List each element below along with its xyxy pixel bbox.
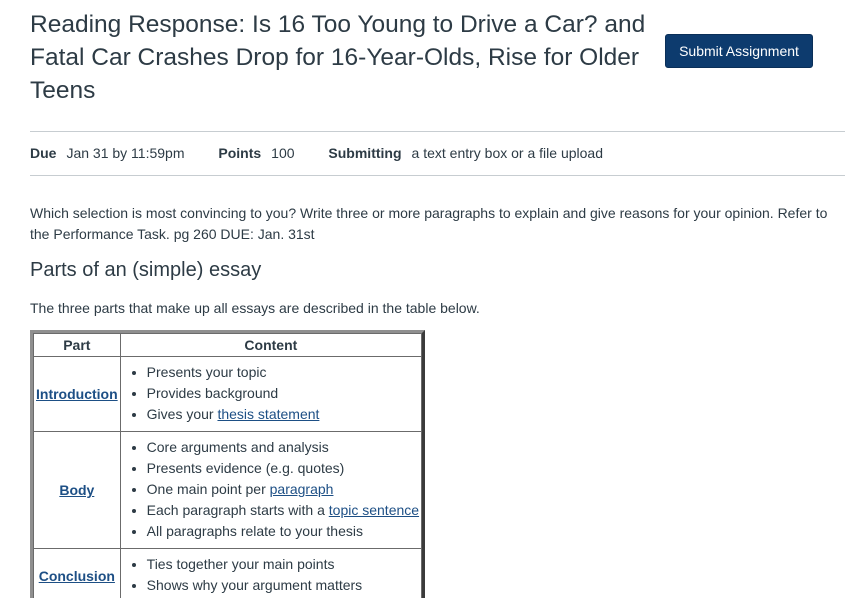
- details-divider-top: [30, 131, 845, 132]
- due-label: Due: [30, 145, 57, 161]
- table-header-row: Part Content: [33, 333, 423, 357]
- due-value: Jan 31 by 11:59pm: [66, 145, 185, 161]
- list-item-text: All paragraphs relate to your thesis: [146, 523, 363, 539]
- list-item: Each paragraph starts with a topic sente…: [147, 500, 419, 521]
- submitting-detail: Submitting a text entry box or a file upl…: [328, 144, 603, 162]
- submit-assignment-button[interactable]: Submit Assignment: [665, 34, 813, 68]
- list-item-text: Shows why your argument matters: [146, 577, 363, 593]
- points-value: 100: [271, 145, 295, 161]
- table-body: Introduction Presents your topic Provides …: [33, 356, 423, 598]
- part-link-conclusion[interactable]: Conclusion: [39, 568, 115, 584]
- table-row: Introduction Presents your topic Provides …: [33, 356, 423, 432]
- assignment-description: Which selection is most convincing to yo…: [30, 205, 828, 242]
- part-link-introduction[interactable]: Introduction: [36, 386, 118, 402]
- list-item: All paragraphs relate to your thesis: [147, 521, 419, 542]
- essay-intro-text: The three parts that make up all essays …: [30, 300, 480, 316]
- content-list: Core arguments and analysis Presents evid…: [123, 437, 419, 542]
- submitting-label: Submitting: [328, 145, 402, 161]
- list-item-text: One main point per: [146, 481, 270, 497]
- table-row: Conclusion Ties together your main points…: [33, 548, 423, 598]
- part-cell: Conclusion: [33, 548, 121, 598]
- list-item-text: Core arguments and analysis: [146, 439, 329, 455]
- content-cell: Presents your topic Provides background Gi…: [119, 356, 423, 432]
- list-item-text: Provides background: [146, 385, 279, 401]
- list-item-text: Presents your topic: [146, 364, 267, 380]
- list-item: Presents evidence (e.g. quotes): [147, 458, 419, 479]
- list-item-text: Gives your: [146, 406, 218, 422]
- content-cell: Core arguments and analysis Presents evid…: [119, 431, 423, 549]
- assignment-details: Due Jan 31 by 11:59pm Points 100 Submittin…: [30, 144, 633, 162]
- essay-parts-table-frame: Part Content Introduction Presents your t…: [30, 330, 426, 598]
- points-detail: Points 100: [218, 144, 294, 162]
- table-row: Body Core arguments and analysis Presents …: [33, 431, 423, 549]
- due-detail: Due Jan 31 by 11:59pm: [30, 144, 185, 162]
- essay-parts-table: Part Content Introduction Presents your t…: [33, 333, 423, 598]
- page-title: Reading Response: Is 16 Too Young to Dri…: [30, 11, 646, 104]
- content-list: Presents your topic Provides background Gi…: [123, 362, 419, 425]
- content-list: Ties together your main points Shows why …: [123, 554, 419, 596]
- part-link-body[interactable]: Body: [59, 482, 94, 498]
- list-item: Ties together your main points: [147, 554, 419, 575]
- list-item-text: Ties together your main points: [146, 556, 335, 572]
- points-label: Points: [218, 145, 262, 161]
- list-item: One main point per paragraph: [147, 479, 419, 500]
- list-item-link[interactable]: thesis statement: [217, 406, 319, 422]
- list-item-text: Each paragraph starts with a: [146, 502, 329, 518]
- submitting-value: a text entry box or a file upload: [411, 145, 603, 161]
- list-item-text: Presents evidence (e.g. quotes): [146, 460, 345, 476]
- list-item-link[interactable]: paragraph: [270, 481, 334, 497]
- list-item-link[interactable]: topic sentence: [329, 502, 419, 518]
- list-item: Gives your thesis statement: [147, 404, 419, 425]
- assignment-page: Reading Response: Is 16 Too Young to Dri…: [0, 0, 851, 598]
- content-cell: Ties together your main points Shows why …: [119, 548, 423, 598]
- column-header-content: Content: [119, 333, 423, 357]
- essay-section-heading: Parts of an (simple) essay: [30, 259, 262, 281]
- part-cell: Introduction: [33, 356, 121, 432]
- list-item: Provides background: [147, 383, 419, 404]
- details-divider-bottom: [30, 175, 845, 176]
- part-cell: Body: [33, 431, 121, 549]
- column-header-part: Part: [33, 333, 121, 357]
- list-item: Presents your topic: [147, 362, 419, 383]
- list-item: Shows why your argument matters: [147, 575, 419, 596]
- list-item: Core arguments and analysis: [147, 437, 419, 458]
